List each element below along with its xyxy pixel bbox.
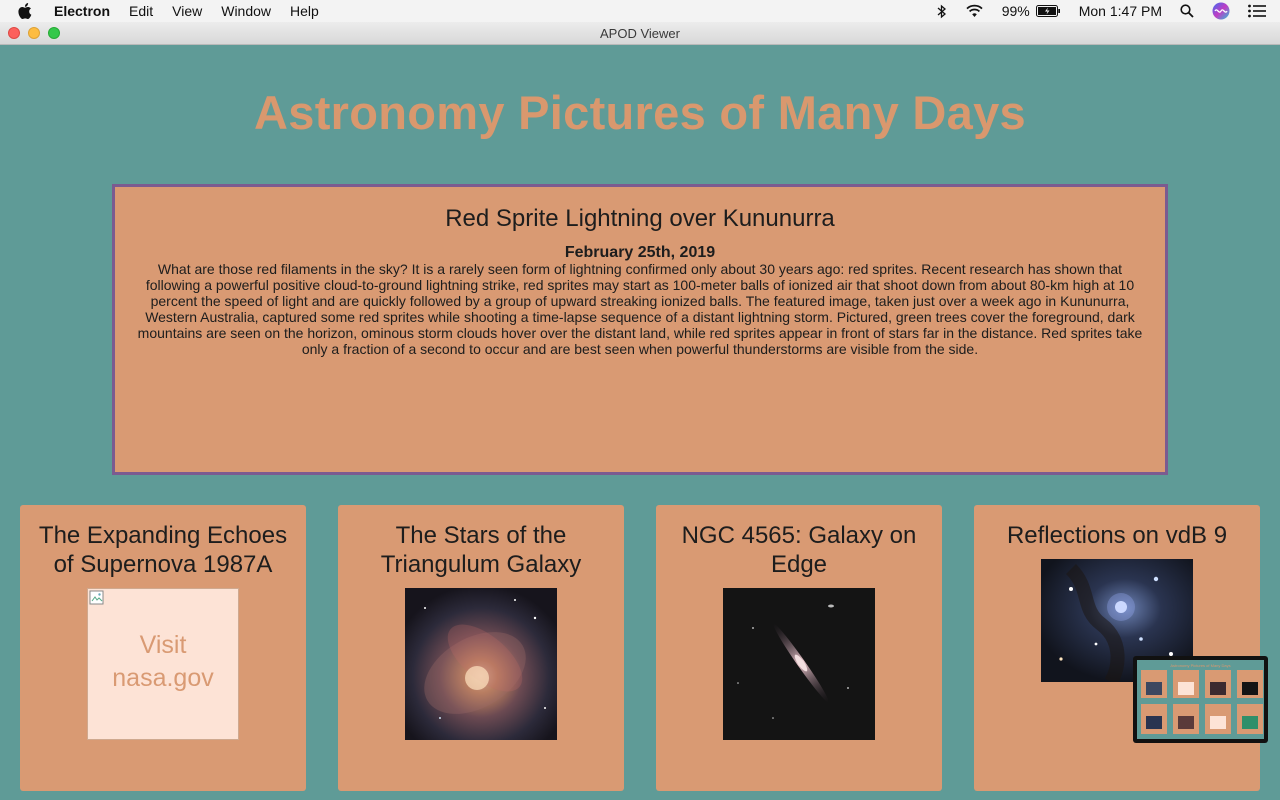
card-title: The Stars of the Triangulum Galaxy <box>380 522 582 578</box>
featured-date: February 25th, 2019 <box>564 244 716 261</box>
menu-app-name[interactable]: Electron <box>54 0 110 22</box>
image-alt-text: Visit nasa.gov <box>112 631 214 692</box>
thumbnail-grid <box>1141 670 1263 734</box>
featured-title: Red Sprite Lightning over Kununurra <box>445 205 835 232</box>
spotlight-search-icon[interactable] <box>1180 4 1194 18</box>
notification-center-icon[interactable] <box>1248 4 1266 18</box>
edge-on-galaxy-image[interactable] <box>723 588 875 740</box>
card-title: Reflections on vdB 9 <box>1006 522 1228 549</box>
featured-apod-panel: Red Sprite Lightning over Kununurra Febr… <box>112 184 1168 475</box>
wifi-icon[interactable] <box>965 4 984 18</box>
featured-explanation: What are those red filaments in the sky?… <box>137 261 1143 357</box>
card-title: The Expanding Echoes of Supernova 1987A <box>38 522 288 578</box>
menu-help[interactable]: Help <box>290 0 319 22</box>
menu-bar: Electron Edit View Window Help 99% Mon 1… <box>0 0 1280 22</box>
menu-view[interactable]: View <box>172 0 202 22</box>
page-title: Astronomy Pictures of Many Days <box>254 86 1026 139</box>
card-title: NGC 4565: Galaxy on Edge <box>681 522 917 578</box>
apod-card[interactable]: Reflections on vdB 9 <box>974 505 1260 791</box>
battery-charging-icon[interactable] <box>1035 5 1061 17</box>
window-close-button[interactable] <box>8 27 20 39</box>
apod-card[interactable]: The Expanding Echoes of Supernova 1987A … <box>20 505 306 791</box>
bluetooth-icon[interactable] <box>937 4 947 19</box>
window-thumbnail-preview[interactable]: Astronomy Pictures of Many Days <box>1133 656 1268 743</box>
siri-icon[interactable] <box>1212 2 1230 20</box>
triangulum-galaxy-image[interactable] <box>405 588 557 740</box>
apple-logo-icon[interactable] <box>18 0 38 22</box>
window-title-bar[interactable]: APOD Viewer <box>0 22 1280 45</box>
window-title: APOD Viewer <box>600 25 680 41</box>
menu-window[interactable]: Window <box>221 0 271 22</box>
broken-image-placeholder[interactable]: Visit nasa.gov <box>87 588 239 740</box>
apod-card[interactable]: The Stars of the Triangulum Galaxy <box>338 505 624 791</box>
battery-percent: 99% <box>1001 3 1030 19</box>
menu-clock[interactable]: Mon 1:47 PM <box>1079 3 1162 19</box>
menu-edit[interactable]: Edit <box>129 0 153 22</box>
window-minimize-button[interactable] <box>28 27 40 39</box>
apod-card[interactable]: NGC 4565: Galaxy on Edge <box>656 505 942 791</box>
broken-image-icon <box>89 590 104 605</box>
app-content: Astronomy Pictures of Many Days Red Spri… <box>0 45 1280 800</box>
window-zoom-button[interactable] <box>48 27 60 39</box>
